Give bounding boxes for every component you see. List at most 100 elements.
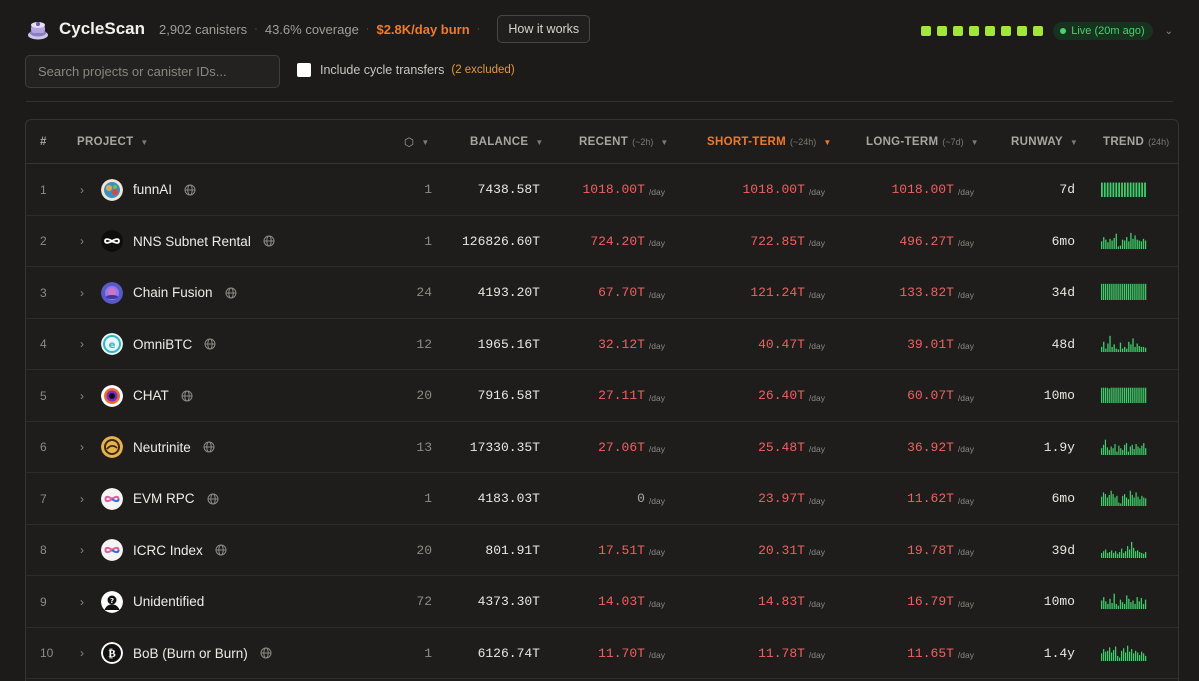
project-cell[interactable]: ICRC Index (101, 525, 227, 576)
globe-icon[interactable] (263, 235, 275, 247)
project-name[interactable]: funnAI (133, 182, 172, 197)
short-term-burn-cell: 14.83T/day (758, 576, 825, 627)
expand-chevron-icon[interactable]: › (80, 422, 84, 473)
table-row[interactable]: 5 › CHAT 20 7916.58T 27.11T/day 26.40T/day 60.0… (26, 370, 1178, 422)
trend-bar (1121, 239, 1124, 249)
project-cell[interactable]: funnAI (101, 164, 196, 215)
include-transfers-checkbox[interactable] (297, 63, 311, 77)
long-term-burn-cell: 39.01T/day (907, 319, 974, 370)
trend-bar (1135, 650, 1137, 661)
table-row[interactable]: 2 › NNS Subnet Rental 1 126826.60T 724.20T/da… (26, 216, 1178, 267)
project-name[interactable]: NNS Subnet Rental (133, 234, 251, 249)
project-cell[interactable]: e OmniBTC (101, 319, 216, 370)
project-name[interactable]: Neutrinite (133, 440, 191, 455)
trend-bar (1130, 232, 1132, 249)
project-name[interactable]: Chain Fusion (133, 285, 213, 300)
globe-icon[interactable] (207, 493, 219, 505)
cyclescan-logo-icon[interactable] (26, 17, 50, 41)
short-term-burn-cell: 722.85T/day (750, 216, 825, 267)
globe-icon[interactable] (215, 544, 227, 556)
trend-bar (1128, 598, 1130, 609)
globe-icon[interactable] (204, 338, 216, 350)
col-project[interactable]: PROJECT ▼ (77, 120, 149, 164)
project-cell[interactable]: EVM RPC (101, 473, 219, 524)
search-input[interactable] (25, 55, 280, 88)
trend-bar (1109, 646, 1111, 661)
globe-icon[interactable] (225, 287, 237, 299)
project-name[interactable]: OmniBTC (133, 337, 192, 352)
expand-chevron-icon[interactable]: › (80, 576, 84, 627)
recent-burn-cell: 1018.00T/day (583, 164, 666, 215)
burn-value: 133.82T (899, 285, 954, 300)
live-badge[interactable]: Live (20m ago) (1053, 22, 1153, 40)
col-canisters[interactable]: ⬡ ▼ (404, 120, 430, 164)
table-row[interactable]: 9 ›? Unidentified 72 4373.30T 14.03T/day 14.83… (26, 576, 1178, 628)
globe-icon[interactable] (181, 390, 193, 402)
table-row[interactable]: 8 › ICRC Index 20 801.91T 17.51T/day 20.31T/da… (26, 525, 1178, 576)
trend-bar (1129, 446, 1131, 455)
table-row[interactable]: 7 › EVM RPC 1 4183.03T 0/day 23.97T/day 11.62T /… (26, 473, 1178, 525)
project-name[interactable]: Unidentified (133, 594, 204, 609)
trend-bar (1105, 601, 1107, 609)
trend-bar (1139, 283, 1141, 300)
long-term-burn-cell: 496.27T/day (899, 216, 974, 267)
trend-bar (1127, 451, 1130, 455)
expand-chevron-icon[interactable]: › (80, 628, 84, 679)
trend-bar (1101, 600, 1103, 609)
chevron-down-icon[interactable]: ⌄ (1165, 26, 1173, 37)
project-cell[interactable]: Chain Fusion (101, 267, 237, 318)
trend-bar (1133, 547, 1135, 558)
trend-bar (1103, 236, 1105, 249)
how-it-works-button[interactable]: How it works (497, 15, 591, 43)
expand-chevron-icon[interactable]: › (80, 267, 84, 318)
trend-bar (1125, 652, 1127, 661)
project-cell[interactable]: CHAT (101, 370, 193, 421)
long-term-burn-cell: 1018.00T/day (892, 164, 975, 215)
project-name[interactable]: CHAT (133, 388, 169, 403)
trend-sparkline (1100, 319, 1170, 370)
expand-chevron-icon[interactable]: › (80, 216, 84, 267)
trend-bar (1119, 245, 1122, 249)
expand-chevron-icon[interactable]: › (80, 319, 84, 370)
trend-bar (1109, 598, 1111, 609)
table-row[interactable]: 10 › ₿ BoB (Burn or Burn) 1 6126.74T 11.70T/da… (26, 628, 1178, 679)
trend-bar (1136, 343, 1138, 352)
project-cell[interactable]: ? Unidentified (101, 576, 204, 627)
trend-bar (1117, 655, 1119, 661)
globe-icon[interactable] (184, 184, 196, 196)
table-row[interactable]: 1 › funnAI 1 7438.58T 1018.00T/day 1018.00T/da… (26, 164, 1178, 216)
expand-chevron-icon[interactable]: › (80, 473, 84, 524)
table-row[interactable]: 4 › e OmniBTC 12 1965.16T 32.12T/day 40.47T/day… (26, 319, 1178, 370)
project-name[interactable]: BoB (Burn or Burn) (133, 646, 248, 661)
canister-count: 2,902 canisters (159, 21, 248, 37)
expand-chevron-icon[interactable]: › (80, 370, 84, 421)
project-cell[interactable]: ₿ BoB (Burn or Burn) (101, 628, 272, 679)
col-long-term[interactable]: LONG-TERM (~7d) ▼ (866, 120, 979, 164)
burn-value: 32.12T (598, 336, 645, 352)
globe-icon[interactable] (203, 441, 215, 453)
trend-bar (1112, 494, 1114, 506)
col-balance[interactable]: BALANCE ▼ (470, 120, 544, 164)
app-title: CycleScan (59, 19, 145, 38)
globe-icon[interactable] (260, 647, 272, 659)
funnai-logo-icon (101, 178, 123, 201)
include-transfers-toggle[interactable]: Include cycle transfers (2 excluded) (297, 63, 515, 77)
trend-bar (1142, 346, 1145, 352)
col-recent[interactable]: RECENT (~2h) ▼ (579, 120, 669, 164)
trend-bar (1120, 503, 1122, 506)
expand-chevron-icon[interactable]: › (80, 164, 84, 215)
project-name[interactable]: ICRC Index (133, 543, 203, 558)
expand-chevron-icon[interactable]: › (80, 525, 84, 576)
table-row[interactable]: 3 › Chain Fusion 24 4193.20T 67.70T/day 121.24… (26, 267, 1178, 319)
trend-bar (1110, 283, 1112, 300)
project-name[interactable]: EVM RPC (133, 491, 195, 506)
trend-bar (1125, 283, 1128, 300)
trend-bar (1117, 348, 1120, 352)
table-row[interactable]: 6 › Neutrinite 13 17330.35T 27.06T/day 25.48T /… (26, 422, 1178, 473)
col-runway[interactable]: RUNWAY ▼ (1011, 120, 1078, 164)
trend-bar (1103, 341, 1105, 352)
project-cell[interactable]: Neutrinite (101, 422, 215, 473)
project-cell[interactable]: NNS Subnet Rental (101, 216, 275, 267)
col-short-term[interactable]: SHORT-TERM (~24h) ▼ (707, 120, 832, 164)
status-squares (921, 26, 1049, 36)
